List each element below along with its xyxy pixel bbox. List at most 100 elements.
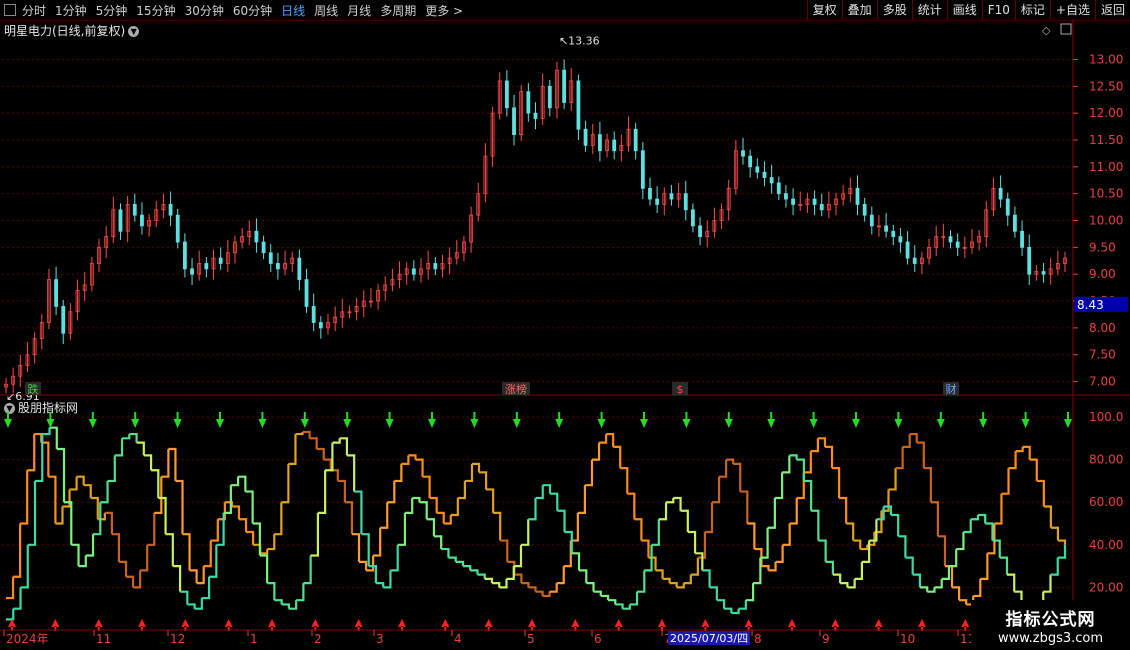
indicator-line-segment — [796, 458, 805, 481]
indicator-line-segment — [1057, 539, 1067, 545]
buy-signal-arrow — [874, 619, 883, 631]
indicator-line-segment — [775, 544, 784, 563]
buy-signal-arrow — [224, 619, 233, 631]
time-axis-label: 2 — [314, 632, 322, 646]
indicator-line-segment — [761, 565, 770, 571]
indicator-line-segment — [316, 447, 325, 460]
candle-body — [576, 80, 581, 130]
indicator-line-segment — [180, 590, 189, 605]
indicator-line-segment — [745, 583, 755, 602]
indicator-line-segment — [719, 459, 728, 478]
indicator-line-segment — [963, 519, 972, 534]
indicator-line-segment — [556, 566, 565, 585]
candle-body — [698, 225, 702, 238]
indicator-line-segment — [608, 599, 617, 605]
indicator-line-segment — [662, 577, 671, 584]
indicator-line-segment — [419, 501, 428, 520]
indicator-line-segment — [317, 470, 327, 514]
indicator-line-segment — [13, 587, 22, 610]
indicator-line-segment — [824, 445, 834, 469]
indicator-line-segment — [288, 434, 297, 465]
buy-signal-arrow — [658, 619, 666, 631]
candle-body — [54, 279, 58, 307]
sell-signal-arrow — [894, 412, 903, 428]
candle-body — [190, 268, 194, 275]
indicator-line-segment — [1043, 574, 1052, 593]
indicator-line-segment — [441, 547, 450, 558]
cursor-date: 2025/07/03/四 — [670, 632, 748, 645]
sell-signal-arrow — [724, 412, 733, 428]
sell-signal-arrow — [555, 412, 564, 428]
indicator-line-segment — [359, 560, 368, 571]
price-tick-label: 8.00 — [1089, 321, 1116, 335]
indicator-line-segment — [1015, 446, 1024, 453]
indicator-line-segment — [796, 472, 805, 500]
indicator-line-segment — [985, 522, 994, 541]
indicator-line-segment — [916, 441, 925, 469]
sell-signal-arrow — [597, 412, 606, 428]
indicator-line-segment — [733, 462, 742, 492]
indicator-line-segment — [1006, 573, 1016, 592]
indicator-line-segment — [450, 497, 459, 517]
indicator-line-segment — [712, 476, 721, 504]
indicator-line-segment — [397, 512, 407, 546]
indicator-line-segment — [436, 511, 445, 524]
event-tag: 财 — [946, 382, 957, 396]
indicator-line-segment — [832, 467, 841, 498]
indicator-line-segment — [803, 479, 813, 511]
candle-body — [1027, 246, 1032, 275]
sell-signal-arrow — [1021, 412, 1030, 428]
indicator-line-segment — [890, 513, 900, 537]
indicator-line-segment — [35, 434, 44, 483]
indicator-line-segment — [118, 560, 128, 577]
indicator-line-segment — [455, 560, 465, 567]
candle-body — [175, 214, 180, 243]
price-tick-label: 10.00 — [1089, 214, 1123, 228]
candle-body — [633, 128, 638, 152]
indicator-line-segment — [323, 458, 332, 471]
indicator-line-segment — [230, 476, 240, 487]
indicator-line-segment — [182, 533, 191, 571]
candle-body — [791, 198, 795, 205]
indicator-line-segment — [274, 502, 283, 536]
indicator-line-segment — [93, 502, 102, 536]
indicator-line-segment — [854, 561, 864, 580]
candle-body — [1005, 198, 1010, 216]
candle-body — [648, 187, 652, 200]
panel-toggle-icon — [1060, 23, 1072, 35]
candle-body — [891, 230, 896, 238]
indicator-line-segment — [165, 533, 174, 567]
sell-signal-arrow — [470, 412, 479, 428]
indicator-line-segment — [825, 560, 834, 575]
indicator-line-segment — [27, 480, 37, 546]
candle-body — [433, 263, 438, 270]
indicator-line-segment — [818, 539, 827, 562]
indicator-line-segment — [332, 438, 341, 444]
indicator-line-segment — [528, 586, 537, 592]
candle-body — [140, 214, 144, 227]
indicator-line-segment — [1043, 505, 1052, 528]
indicator-line-segment — [593, 590, 602, 596]
watermark-line2: www.zbgs3.com — [997, 631, 1104, 646]
buy-signal-arrow — [51, 619, 60, 631]
indicator-tick-label: 60.00 — [1089, 495, 1123, 509]
indicator-line-segment — [641, 539, 650, 558]
indicator-line-segment — [724, 607, 733, 613]
candle-body — [1041, 271, 1046, 275]
indicator-line-segment — [658, 502, 668, 521]
price-tick-label: 9.50 — [1089, 240, 1116, 254]
buy-signal-arrow — [528, 619, 536, 631]
indicator-line-segment — [687, 530, 697, 554]
candle-body — [118, 209, 123, 232]
indicator-line-segment — [246, 530, 255, 545]
indicator-line-segment — [387, 480, 396, 504]
indicator-line-segment — [20, 544, 29, 589]
stock-chart[interactable]: 13.00 12.50 12.00 11.50 11.00 10.50 10.00 9.50 9… — [0, 0, 1130, 650]
time-axis-label: 12 — [170, 632, 185, 646]
indicator-line-segment — [42, 427, 51, 436]
indicator-line-segment — [956, 532, 965, 551]
indicator-line-segment — [143, 454, 153, 471]
sell-signal-arrow — [173, 412, 182, 428]
candle-body — [741, 150, 745, 157]
candle-body — [132, 204, 137, 216]
